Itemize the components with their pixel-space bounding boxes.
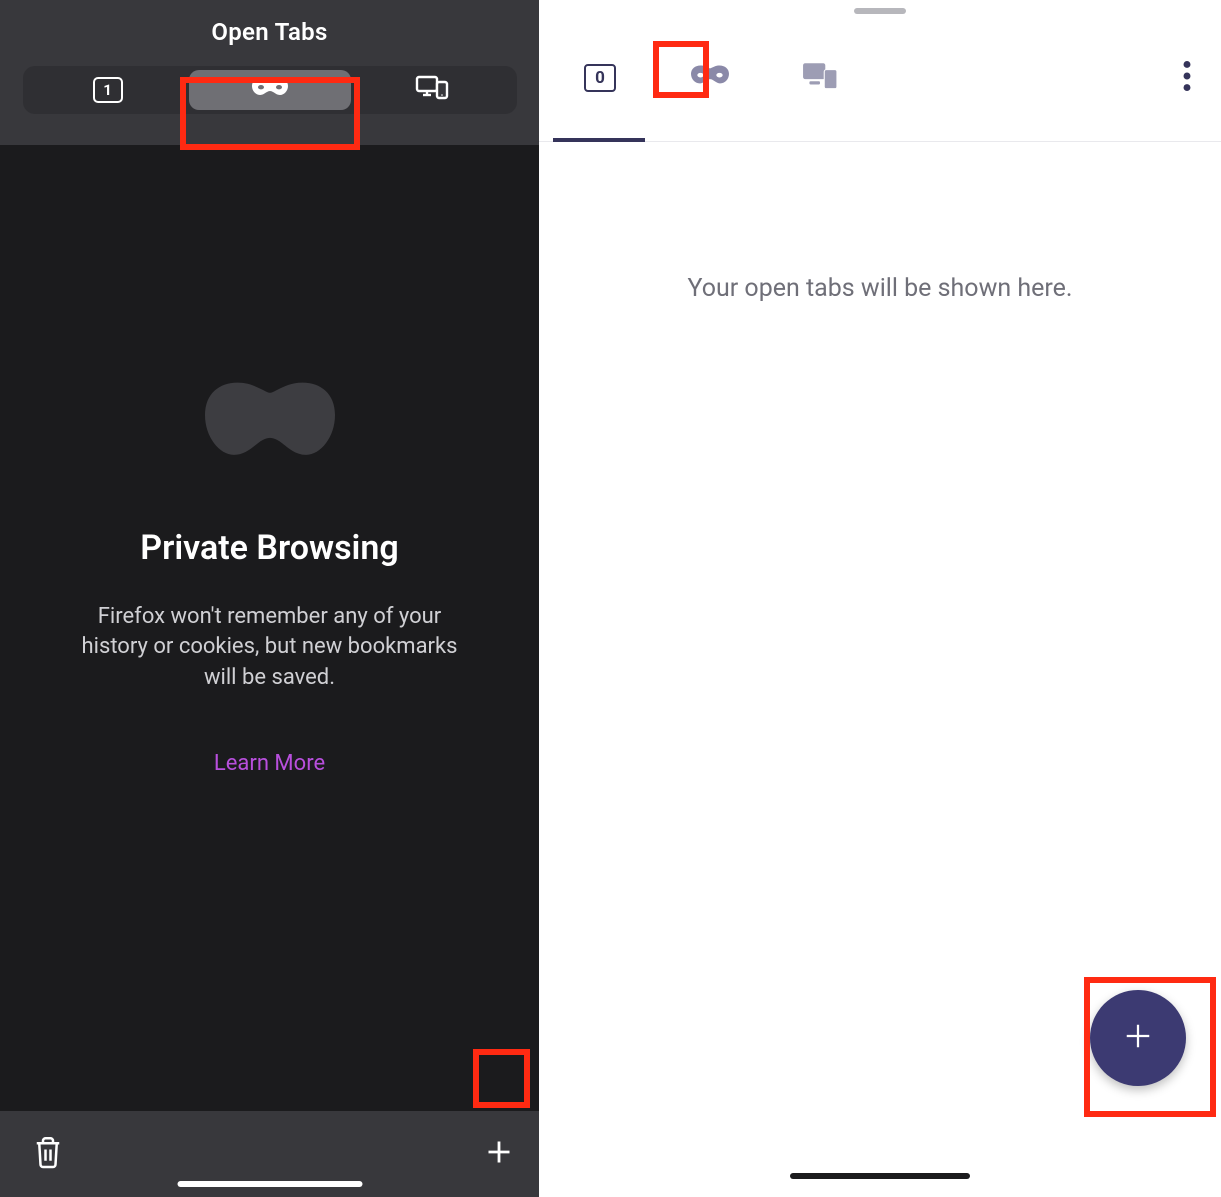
new-tab-fab[interactable] [1090,990,1186,1086]
kebab-menu-icon [1183,76,1191,95]
tabs-type-selector: 0 [571,49,849,107]
synced-devices-icon [802,61,838,95]
synced-tabs-tab[interactable] [791,49,849,107]
mask-icon [205,380,335,476]
tab-count-icon: 0 [584,64,616,92]
plus-icon [1123,1021,1153,1055]
tab-count-value: 0 [595,68,605,88]
private-browsing-description: Firefox won't remember any of your histo… [80,602,460,693]
private-browsing-info: Private Browsing Firefox won't remember … [0,145,539,1111]
learn-more-link[interactable]: Learn More [214,751,325,776]
mask-icon [691,65,729,91]
close-all-tabs-button[interactable] [26,1132,70,1176]
private-tabs-segment[interactable] [189,70,351,110]
active-tab-indicator [553,138,645,142]
ios-tabs-panel: Open Tabs 1 [0,0,539,1197]
private-browsing-heading: Private Browsing [140,528,398,568]
new-tab-button[interactable] [477,1132,521,1176]
open-tabs-title: Open Tabs [211,18,327,46]
synced-tabs-segment[interactable] [351,70,513,110]
home-indicator [177,1181,362,1187]
empty-state-message: Your open tabs will be shown here. [688,274,1073,1197]
android-tabs-panel: 0 [539,0,1221,1197]
android-tabs-header: 0 [539,14,1221,142]
private-tabs-tab[interactable] [681,49,739,107]
tab-count-icon: 1 [93,77,123,103]
tab-count-value: 1 [103,81,112,99]
overflow-menu-button[interactable] [1183,61,1191,95]
trash-icon [33,1135,63,1173]
mask-icon [252,78,288,102]
normal-tabs-tab[interactable]: 0 [571,49,629,107]
plus-icon [485,1138,513,1170]
tabs-segmented-control: 1 [23,66,517,114]
normal-tabs-segment[interactable]: 1 [27,70,189,110]
synced-devices-icon [415,75,449,105]
ios-header: Open Tabs 1 [0,0,539,145]
navigation-bar-indicator [790,1173,970,1179]
